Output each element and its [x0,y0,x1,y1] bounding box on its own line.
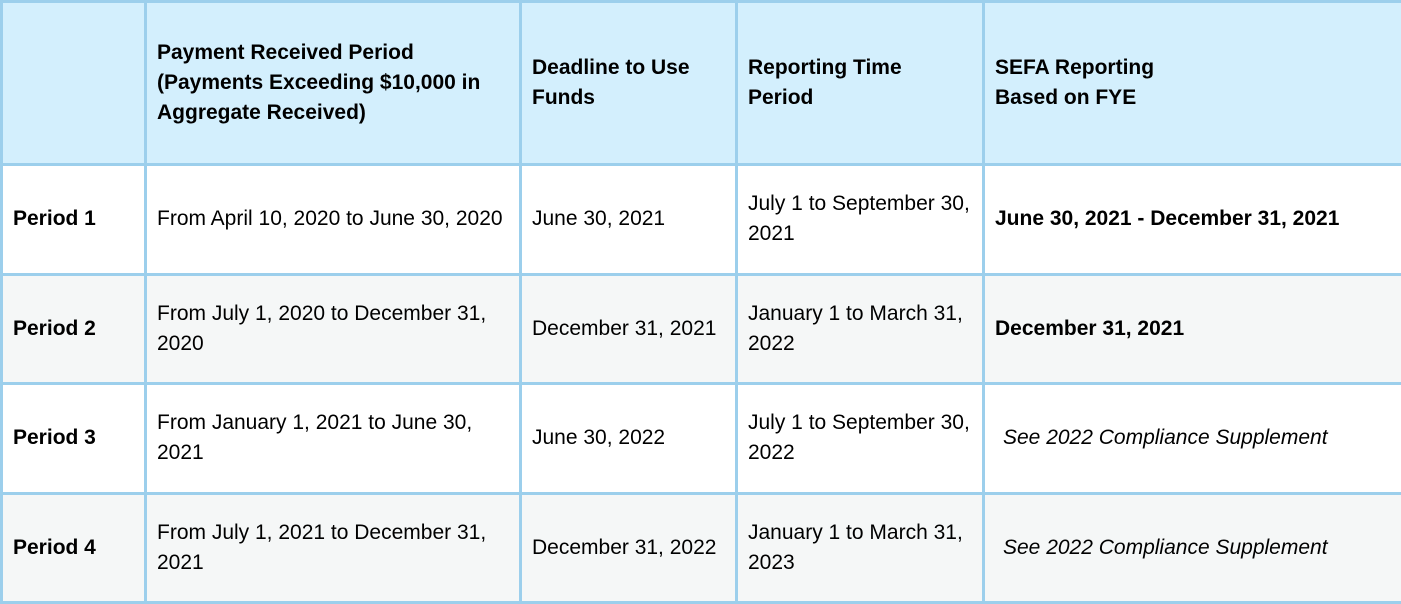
header-cell-blank [0,0,147,166]
deadline-cell: June 30, 2021 [519,163,738,276]
period-label: Period 3 [0,382,147,495]
sefa-cell: See 2022 Compliance Supplement [982,382,1401,495]
header-sefa-reporting: SEFA Reporting Based on FYE [982,0,1401,166]
deadline-cell: December 31, 2022 [519,491,738,604]
header-line: Based on FYE [995,86,1137,109]
header-payment-received-period: Payment Received Period (Payments Exceed… [144,0,522,166]
payment-received-cell: From April 10, 2020 to June 30, 2020 [144,163,522,276]
reporting-time-cell: January 1 to March 31, 2023 [735,491,985,604]
table-row-period-1: Period 1 From April 10, 2020 to June 30,… [0,163,1401,276]
header-line: Reporting Time [748,56,902,79]
sefa-cell: December 31, 2021 [982,272,1401,385]
reporting-time-cell: January 1 to March 31, 2022 [735,272,985,385]
sefa-cell: See 2022 Compliance Supplement [982,491,1401,604]
header-line: Payment Received Period [157,41,414,64]
payment-received-cell: From January 1, 2021 to June 30, 2021 [144,382,522,495]
table-row-period-3: Period 3 From January 1, 2021 to June 30… [0,382,1401,495]
sefa-cell: June 30, 2021 - December 31, 2021 [982,163,1401,276]
header-line: (Payments Exceeding $10,000 in [157,71,481,94]
period-label: Period 1 [0,163,147,276]
header-line: Period [748,86,814,109]
payment-received-cell: From July 1, 2020 to December 31, 2020 [144,272,522,385]
table-row-period-4: Period 4 From July 1, 2021 to December 3… [0,491,1401,604]
period-label: Period 2 [0,272,147,385]
header-reporting-time-period: Reporting Time Period [735,0,985,166]
deadline-cell: June 30, 2022 [519,382,738,495]
header-line: Aggregate Received) [157,101,366,124]
deadline-cell: December 31, 2021 [519,272,738,385]
reporting-time-cell: July 1 to September 30, 2022 [735,382,985,495]
header-line: Deadline to Use [532,56,690,79]
header-line: SEFA Reporting [995,56,1155,79]
header-deadline-to-use-funds: Deadline to Use Funds [519,0,738,166]
table-row-period-2: Period 2 From July 1, 2020 to December 3… [0,272,1401,385]
payment-received-cell: From July 1, 2021 to December 31, 2021 [144,491,522,604]
period-reporting-table: Payment Received Period (Payments Exceed… [0,0,1401,604]
header-line: Funds [532,86,595,109]
reporting-time-cell: July 1 to September 30, 2021 [735,163,985,276]
period-label: Period 4 [0,491,147,604]
header-row: Payment Received Period (Payments Exceed… [0,0,1401,166]
